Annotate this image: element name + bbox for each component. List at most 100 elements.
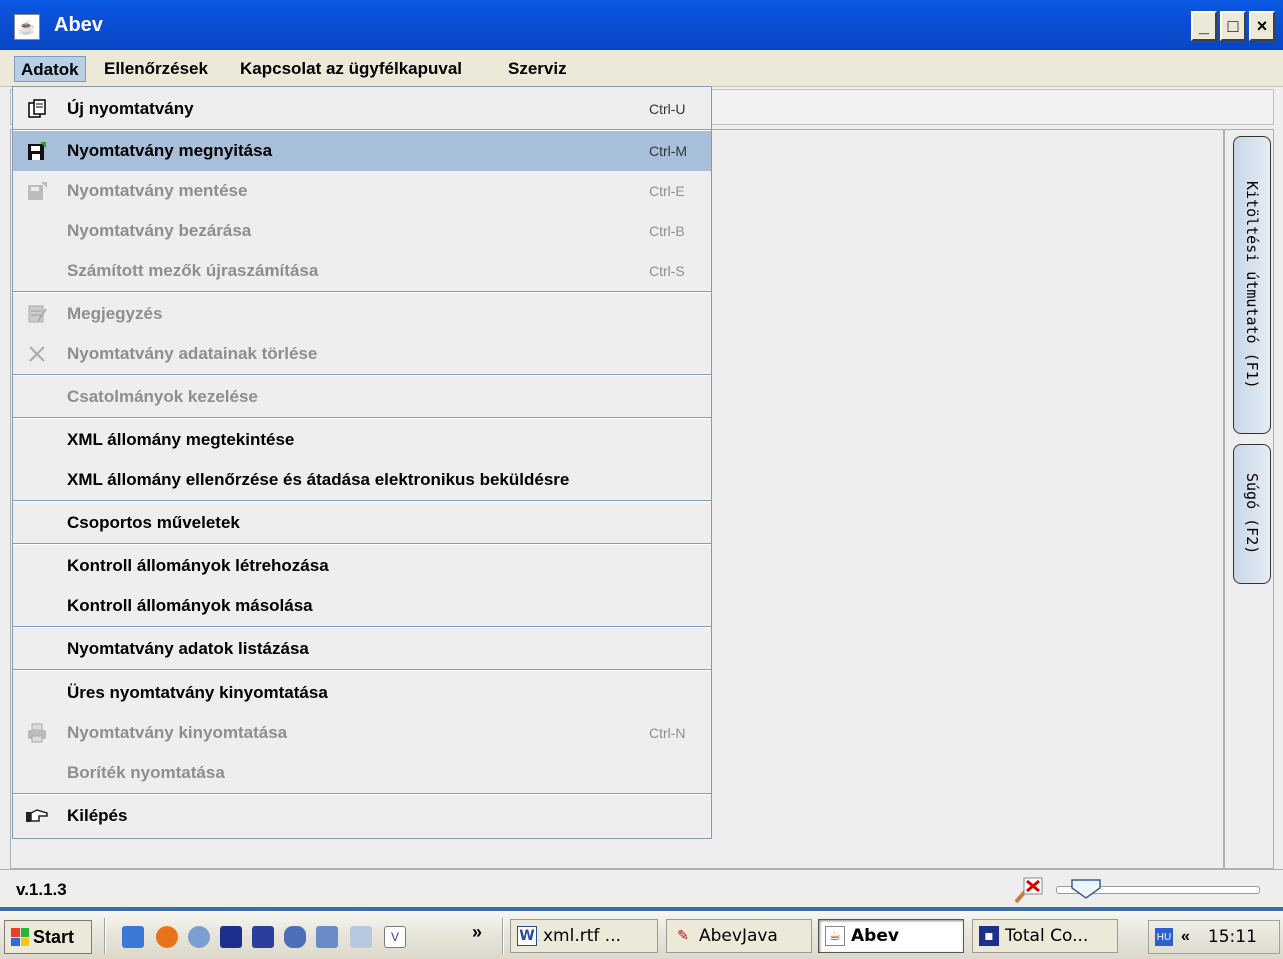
new-form-icon bbox=[25, 97, 49, 121]
menu-item-label: XML állomány megtekintése bbox=[67, 430, 295, 449]
menu-adatok[interactable]: Adatok bbox=[14, 56, 86, 82]
menu-item-kontroll-letrehozasa[interactable]: Kontroll állományok létrehozása bbox=[13, 546, 711, 586]
menu-item-label: Új nyomtatvány bbox=[67, 99, 194, 118]
shortcut-label: Ctrl-M bbox=[649, 143, 688, 159]
menu-item-xml-megtekintese[interactable]: XML állomány megtekintése bbox=[13, 420, 711, 460]
menu-item-kontroll-masolasa[interactable]: Kontroll állományok másolása bbox=[13, 586, 711, 626]
menu-separator bbox=[13, 543, 711, 545]
shortcut-label: Ctrl-E bbox=[649, 183, 685, 199]
close-button[interactable]: × bbox=[1249, 11, 1275, 41]
printer-icon bbox=[25, 721, 49, 745]
floppy-quicklaunch-icon[interactable] bbox=[220, 926, 242, 948]
edit-icon: ✎ bbox=[677, 928, 689, 944]
taskbar-separator bbox=[502, 918, 504, 954]
menu-item-nyomtatvany-mentese[interactable]: Nyomtatvány mentése Ctrl-E bbox=[13, 171, 711, 211]
menu-separator bbox=[13, 417, 711, 419]
menu-separator bbox=[13, 793, 711, 795]
menu-item-label: Csatolmányok kezelése bbox=[67, 387, 258, 406]
ie-quicklaunch-icon[interactable] bbox=[122, 926, 144, 948]
start-button[interactable]: Start bbox=[4, 920, 92, 954]
task-abev[interactable]: ☕ Abev bbox=[818, 919, 964, 953]
window-title: Abev bbox=[54, 14, 103, 36]
menu-item-boritek-nyomtatasa[interactable]: Boríték nyomtatása bbox=[13, 753, 711, 793]
exit-hand-icon bbox=[25, 804, 49, 828]
shortcut-label: Ctrl-U bbox=[649, 101, 686, 117]
tab-kitoltesi-utmutato-label: Kitöltési útmutató (F1) bbox=[1243, 181, 1261, 389]
shortcut-label: Ctrl-B bbox=[649, 223, 685, 239]
menu-item-nyomtatvany-bezarasa[interactable]: Nyomtatvány bezárása Ctrl-B bbox=[13, 211, 711, 251]
tray-collapse-button[interactable]: « bbox=[1181, 928, 1190, 946]
menu-item-nyomtatvany-kinyomtatasa[interactable]: Nyomtatvány kinyomtatása Ctrl-N bbox=[13, 713, 711, 753]
vc-quicklaunch-icon[interactable]: V bbox=[384, 926, 406, 948]
menu-item-label: Nyomtatvány mentése bbox=[67, 181, 248, 200]
title-bar: ☕ Abev _ □ × bbox=[0, 0, 1283, 50]
tab-sugo-label: Súgó (F2) bbox=[1243, 473, 1261, 555]
menu-item-nyomtatvany-megnyitasa[interactable]: Nyomtatvány megnyitása Ctrl-M bbox=[13, 131, 711, 171]
window-controls: _ □ × bbox=[1191, 11, 1275, 41]
save-disk-icon bbox=[25, 179, 49, 203]
shortcut-label: Ctrl-S bbox=[649, 263, 685, 279]
task-total-commander[interactable]: ▪ Total Co... bbox=[972, 919, 1118, 953]
menu-item-label: Nyomtatvány adatok listázása bbox=[67, 639, 309, 658]
task-label: Abev bbox=[851, 926, 899, 946]
zoom-slider-thumb[interactable] bbox=[1070, 878, 1102, 900]
taskbar-separator bbox=[104, 918, 106, 954]
menu-item-label: Számított mezők újraszámítása bbox=[67, 261, 319, 280]
menu-item-label: Nyomtatvány adatainak törlése bbox=[67, 344, 318, 363]
mail-quicklaunch-icon[interactable] bbox=[188, 926, 210, 948]
maximize-button[interactable]: □ bbox=[1220, 11, 1246, 41]
tab-sugo[interactable]: Súgó (F2) bbox=[1233, 444, 1271, 584]
menu-szerviz[interactable]: Szerviz bbox=[502, 56, 573, 82]
menu-item-ures-kinyomtatasa[interactable]: Üres nyomtatvány kinyomtatása bbox=[13, 673, 711, 713]
app-quicklaunch-icon[interactable] bbox=[252, 926, 274, 948]
task-label: xml.rtf ... bbox=[543, 926, 622, 946]
menu-item-kilepes[interactable]: Kilépés bbox=[13, 796, 711, 836]
word-icon: W bbox=[517, 926, 537, 946]
menu-item-label: Üres nyomtatvány kinyomtatása bbox=[67, 683, 328, 702]
menu-separator bbox=[13, 669, 711, 671]
menu-ellenorzesek[interactable]: Ellenőrzések bbox=[98, 56, 214, 82]
java-icon: ☕ bbox=[825, 926, 845, 946]
help-side-panel: Kitöltési útmutató (F1) Súgó (F2) bbox=[1224, 129, 1274, 869]
menu-item-csatolmanyok-kezelese[interactable]: Csatolmányok kezelése bbox=[13, 377, 711, 417]
menu-item-csoportos-muveletek[interactable]: Csoportos műveletek bbox=[13, 503, 711, 543]
minimize-button[interactable]: _ bbox=[1191, 11, 1217, 41]
menu-item-megjegyzes[interactable]: Megjegyzés bbox=[13, 294, 711, 334]
delete-x-icon bbox=[25, 342, 49, 366]
menu-item-label: Kontroll állományok létrehozása bbox=[67, 556, 329, 575]
status-bar: v.1.1.3 bbox=[0, 869, 1283, 907]
window-quicklaunch-icon[interactable] bbox=[316, 926, 338, 948]
network-quicklaunch-icon[interactable] bbox=[284, 926, 306, 948]
menu-item-label: Csoportos műveletek bbox=[67, 513, 240, 532]
calculator-quicklaunch-icon[interactable] bbox=[350, 926, 372, 948]
menu-item-label: Boríték nyomtatása bbox=[67, 763, 225, 782]
menu-item-szamitott-mezok[interactable]: Számított mezők újraszámítása Ctrl-S bbox=[13, 251, 711, 291]
java-app-icon: ☕ bbox=[14, 14, 40, 40]
menu-separator bbox=[13, 500, 711, 502]
menu-item-label: Nyomtatvány bezárása bbox=[67, 221, 252, 240]
shortcut-label: Ctrl-N bbox=[649, 725, 686, 741]
firefox-quicklaunch-icon[interactable] bbox=[156, 926, 178, 948]
quicklaunch-overflow-button[interactable]: » bbox=[472, 922, 482, 943]
language-indicator[interactable]: HU bbox=[1155, 928, 1173, 946]
start-label: Start bbox=[33, 926, 75, 947]
menu-item-adatok-torlese[interactable]: Nyomtatvány adatainak törlése bbox=[13, 334, 711, 374]
menu-bar: Adatok Ellenőrzések Kapcsolat az ügyfélk… bbox=[0, 50, 1283, 87]
zoom-reset-icon[interactable] bbox=[1012, 876, 1044, 904]
task-xml-rtf[interactable]: W xml.rtf ... bbox=[510, 919, 658, 953]
clock: 15:11 bbox=[1207, 927, 1257, 947]
system-tray: HU « 15:11 bbox=[1148, 920, 1280, 954]
menu-kapcsolat-ugyfelkapuval[interactable]: Kapcsolat az ügyfélkapuval bbox=[234, 56, 468, 82]
menu-item-adatok-listazasa[interactable]: Nyomtatvány adatok listázása bbox=[13, 629, 711, 669]
menu-item-uj-nyomtatvany[interactable]: Új nyomtatvány Ctrl-U bbox=[13, 89, 711, 129]
task-label: Total Co... bbox=[1005, 926, 1089, 946]
tab-kitoltesi-utmutato[interactable]: Kitöltési útmutató (F1) bbox=[1233, 136, 1271, 434]
note-icon bbox=[25, 302, 49, 326]
version-label: v.1.1.3 bbox=[16, 880, 67, 899]
menu-item-label: XML állomány ellenőrzése és átadása elek… bbox=[67, 470, 570, 489]
menu-item-xml-ellenorzese-atadasa[interactable]: XML állomány ellenőrzése és átadása elek… bbox=[13, 460, 711, 500]
menu-separator bbox=[13, 374, 711, 376]
task-label: AbevJava bbox=[699, 926, 778, 946]
task-abevjava[interactable]: ✎ AbevJava bbox=[666, 919, 812, 953]
menu-item-label: Kilépés bbox=[67, 806, 128, 825]
